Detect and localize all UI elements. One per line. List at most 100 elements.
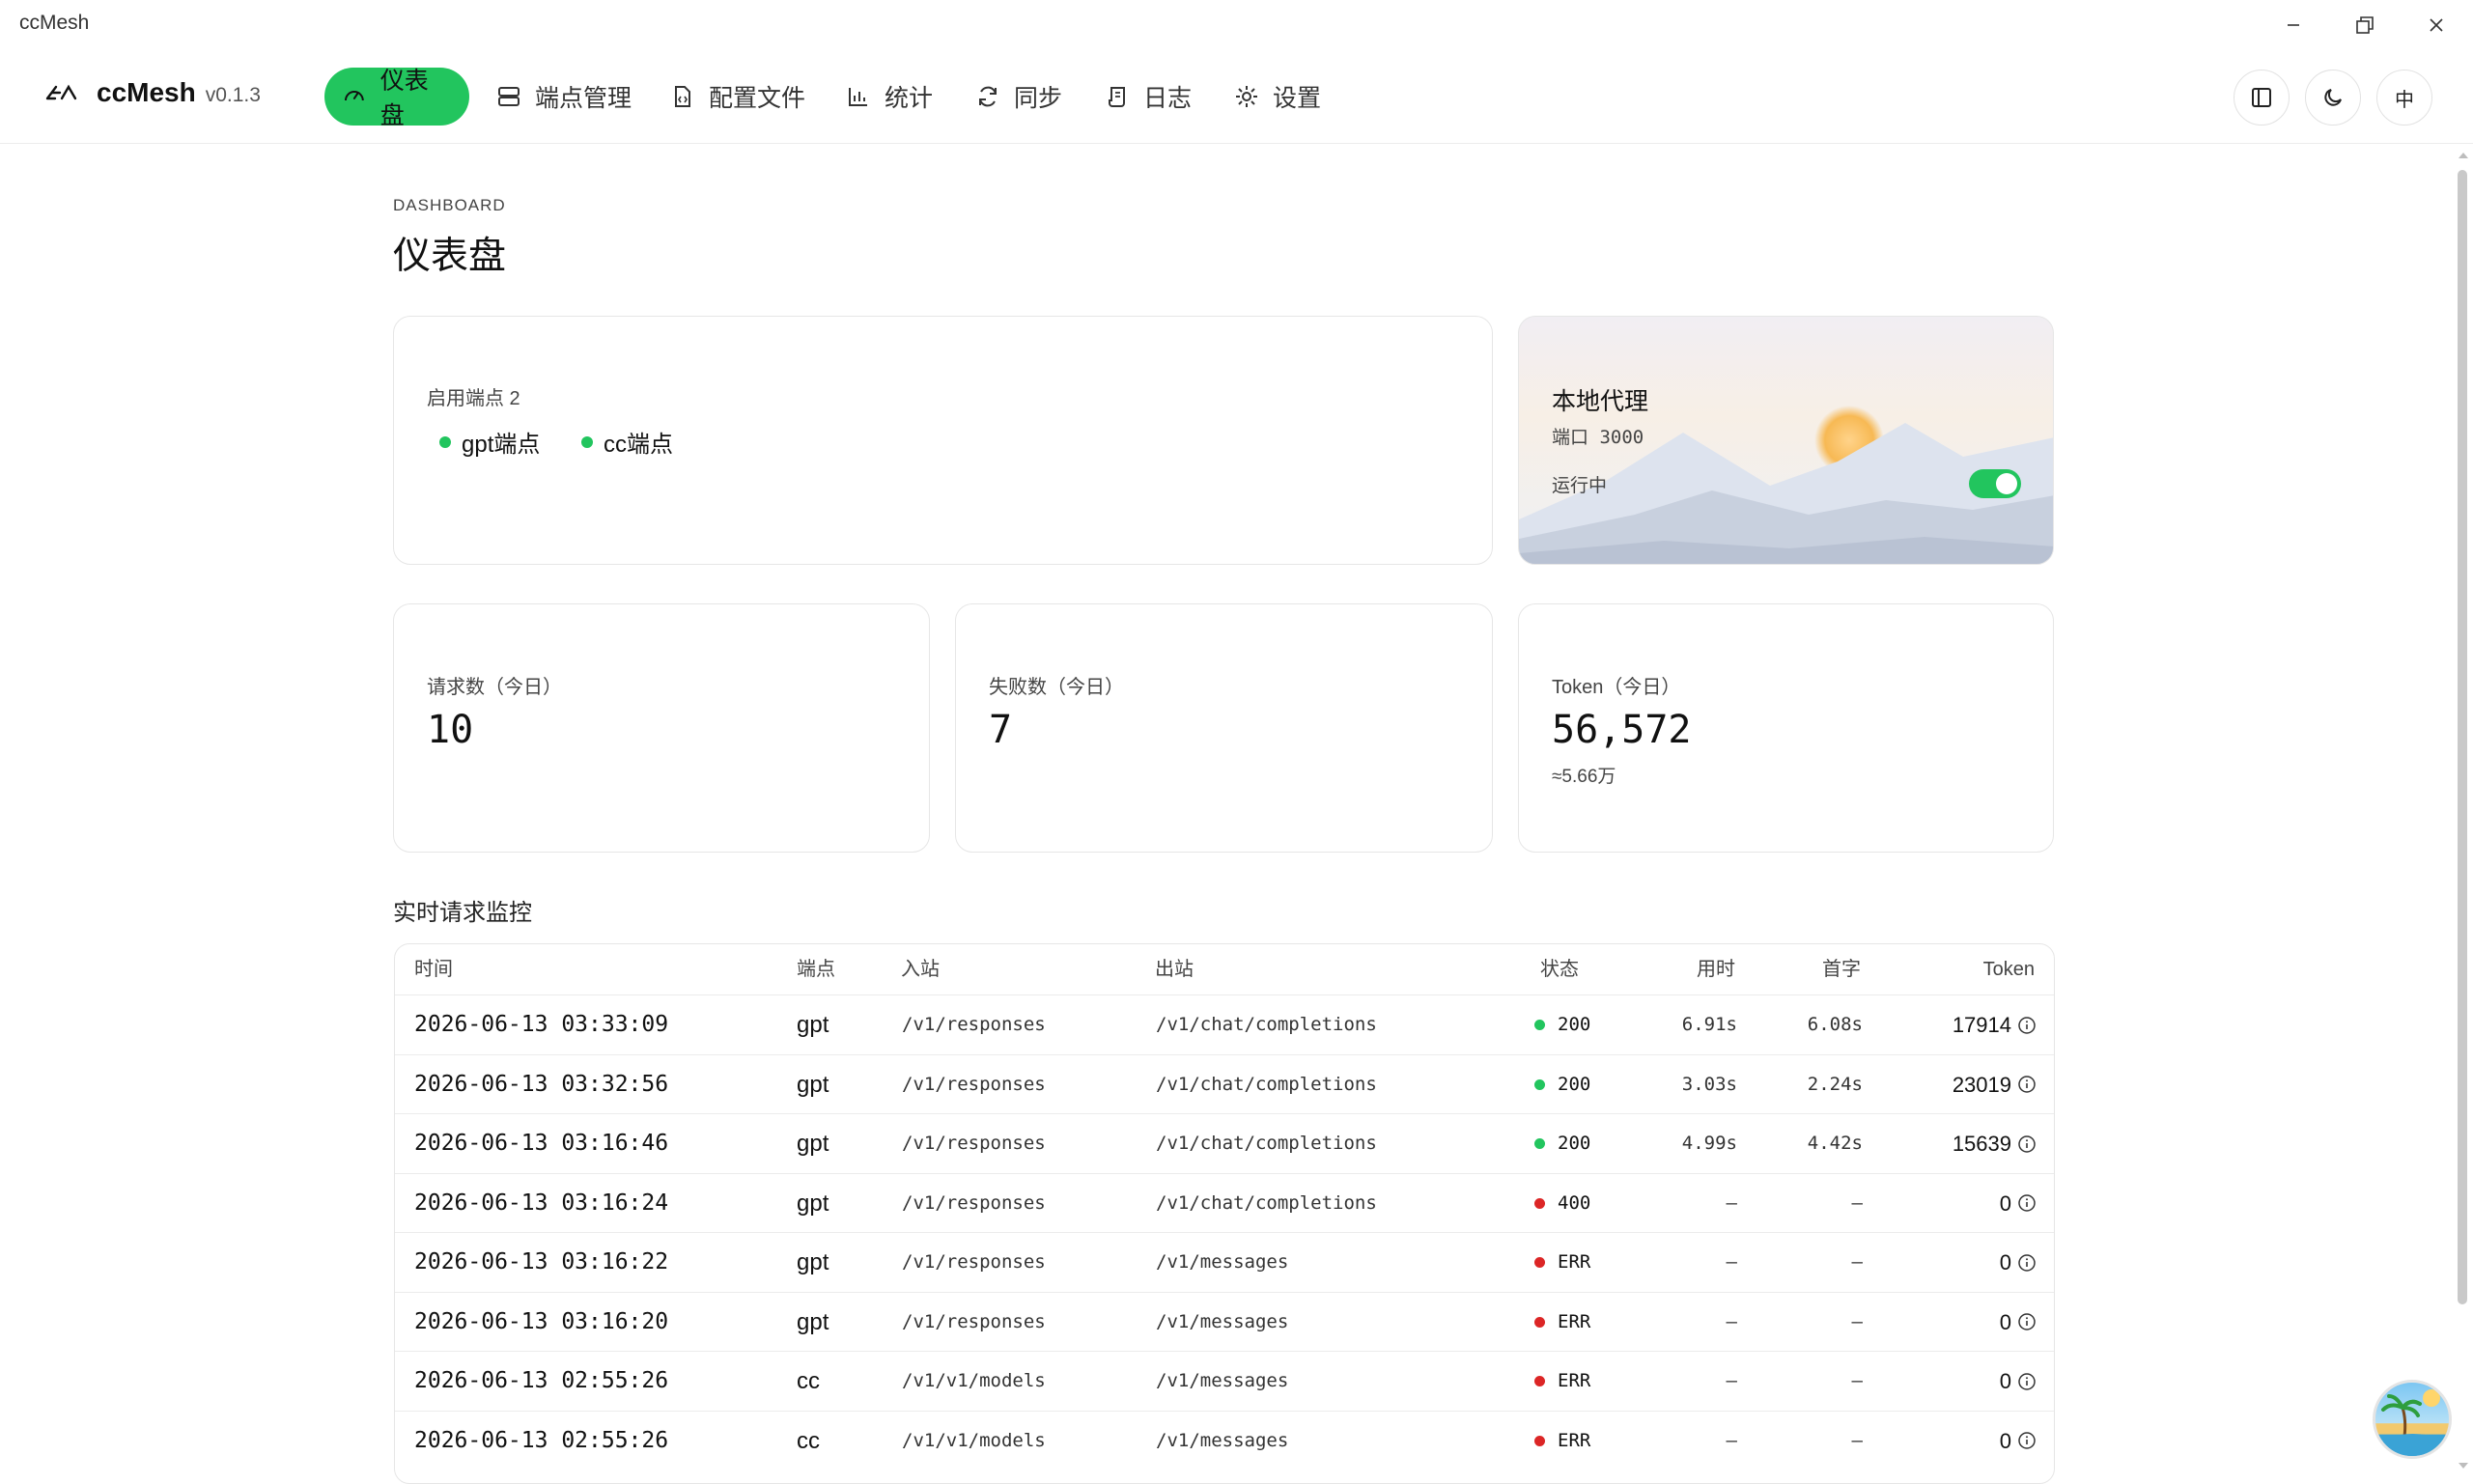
table-row[interactable]: 2026-06-13 03:16:22 gpt/v1/responses/v1/m… — [395, 1232, 2054, 1292]
palm-island-icon — [2381, 1389, 2443, 1456]
toggle-knob — [1996, 473, 2017, 494]
row-token: 0 — [2000, 1352, 2037, 1411]
row-token: 23019 — [1953, 1055, 2037, 1114]
proxy-status: 运行中 — [1552, 476, 1608, 496]
row-first-token: 6.08s — [1807, 1014, 1863, 1035]
row-first-token: 2.24s — [1807, 1073, 1863, 1095]
tokens-approx: ≈5.66万 — [1552, 767, 1616, 787]
info-icon[interactable] — [2017, 1312, 2037, 1331]
nav-logs[interactable]: 日志 — [1087, 68, 1209, 126]
row-status: 200 — [1534, 1114, 1590, 1173]
language-label: 中 — [2395, 89, 2414, 111]
table-row[interactable]: 2026-06-13 03:16:20 gpt/v1/responses/v1/m… — [395, 1291, 2054, 1352]
brand[interactable]: ccMesh v0.1.3 — [44, 77, 261, 108]
row-status: ERR — [1534, 1412, 1590, 1470]
row-time: 2026-06-13 03:16:24 — [414, 1190, 669, 1216]
sidebar-toggle-button[interactable] — [2234, 70, 2290, 126]
row-time: 2026-06-13 03:16:20 — [414, 1308, 669, 1334]
nav-config[interactable]: 配置文件 — [653, 68, 823, 126]
proxy-toggle[interactable] — [1969, 469, 2021, 498]
restore-icon — [2356, 16, 2374, 34]
nav-endpoints[interactable]: 端点管理 — [479, 68, 649, 126]
nav-sync[interactable]: 同步 — [958, 68, 1080, 126]
row-token-value: 0 — [1999, 1250, 2011, 1274]
close-icon — [2430, 18, 2443, 32]
scroll-text-icon — [1109, 87, 1125, 107]
row-endpoint: gpt — [797, 1012, 829, 1038]
row-status: ERR — [1534, 1233, 1590, 1292]
row-time: 2026-06-13 03:33:09 — [414, 1012, 669, 1037]
table-row[interactable]: 2026-06-13 03:32:56 gpt/v1/responses/v1/c… — [395, 1053, 2054, 1114]
floating-assistant-button[interactable] — [2373, 1380, 2452, 1459]
endpoint-chip[interactable]: gpt端点 — [439, 425, 540, 459]
window-titlebar: ccMesh — [0, 0, 2473, 50]
row-outbound: /v1/messages — [1156, 1251, 1289, 1273]
table-row[interactable]: 2026-06-13 03:16:24 gpt/v1/responses/v1/c… — [395, 1172, 2054, 1233]
scroll-down-arrow-icon — [2459, 1463, 2468, 1469]
row-endpoint: cc — [797, 1427, 820, 1454]
table-row[interactable]: 2026-06-13 03:16:46 gpt/v1/responses/v1/c… — [395, 1113, 2054, 1173]
row-token-value: 15639 — [1952, 1132, 2011, 1156]
endpoint-status-dot — [439, 435, 451, 448]
info-icon[interactable] — [2017, 1075, 2037, 1094]
minimize-button[interactable] — [2258, 0, 2329, 50]
column-header-token: Token — [1982, 959, 2035, 980]
row-inbound: /v1/v1/models — [902, 1370, 1046, 1391]
row-outbound: /v1/chat/completions — [1156, 1014, 1377, 1035]
info-icon[interactable] — [2017, 1016, 2037, 1035]
info-icon[interactable] — [2017, 1134, 2037, 1154]
gauge-icon — [344, 91, 364, 101]
row-status: 200 — [1534, 1055, 1590, 1114]
status-dot — [1534, 1376, 1545, 1386]
status-dot — [1534, 1435, 1545, 1446]
page-title: 仪表盘 — [393, 236, 507, 277]
row-first-token: — — [1851, 1310, 1863, 1332]
row-status-code: ERR — [1558, 1251, 1591, 1273]
column-header-outbound: 出站 — [1155, 959, 1194, 980]
info-icon[interactable] — [2017, 1193, 2037, 1213]
table-row[interactable]: 2026-06-13 02:55:26 cc/v1/v1/models/v1/me… — [395, 1410, 2054, 1470]
theme-toggle-button[interactable] — [2305, 70, 2361, 126]
row-inbound: /v1/responses — [902, 1014, 1046, 1035]
status-dot — [1534, 1316, 1545, 1328]
app-logo-icon — [45, 84, 77, 100]
row-token-value: 17914 — [1952, 1013, 2011, 1037]
row-duration: — — [1726, 1429, 1737, 1451]
proxy-port: 端口 3000 — [1552, 427, 1644, 448]
nav-dashboard[interactable]: 仪表盘 — [324, 68, 469, 129]
brand-name: ccMesh — [97, 77, 196, 107]
row-duration: 4.99s — [1681, 1133, 1737, 1154]
tokens-value: 56,572 — [1552, 708, 1692, 752]
row-duration: — — [1726, 1251, 1737, 1273]
table-row[interactable]: 2026-06-13 02:55:26 cc/v1/v1/models/v1/me… — [395, 1351, 2054, 1411]
status-dot — [1534, 1020, 1545, 1030]
row-time: 2026-06-13 02:55:26 — [414, 1368, 669, 1393]
endpoint-name: cc端点 — [604, 432, 673, 458]
failures-value: 7 — [989, 708, 1013, 752]
row-status: ERR — [1534, 1293, 1590, 1352]
row-endpoint: gpt — [797, 1190, 829, 1217]
row-token: 0 — [2000, 1233, 2037, 1292]
nav-settings[interactable]: 设置 — [1217, 68, 1338, 126]
language-button[interactable]: 中 — [2376, 70, 2432, 126]
row-duration: — — [1726, 1191, 1737, 1214]
row-token-value: 0 — [1999, 1369, 2011, 1393]
status-dot — [1534, 1197, 1545, 1209]
nav-sync-label: 同步 — [1014, 85, 1063, 112]
endpoint-chip[interactable]: cc端点 — [581, 425, 673, 459]
row-outbound: /v1/chat/completions — [1156, 1073, 1377, 1095]
table-row[interactable]: 2026-06-13 03:33:09 gpt/v1/responses/v1/c… — [395, 994, 2054, 1054]
endpoint-status-dot — [581, 435, 593, 448]
page-scrollbar[interactable] — [2454, 143, 2473, 1476]
info-icon[interactable] — [2017, 1431, 2037, 1450]
info-icon[interactable] — [2017, 1253, 2037, 1273]
close-button[interactable] — [2401, 0, 2472, 50]
row-token: 17914 — [1953, 995, 2037, 1054]
row-token-value: 23019 — [1952, 1072, 2011, 1097]
restore-button[interactable] — [2329, 0, 2401, 50]
window-title: ccMesh — [19, 12, 90, 34]
info-icon[interactable] — [2017, 1372, 2037, 1391]
row-token-value: 0 — [1999, 1428, 2011, 1453]
scrollbar-thumb[interactable] — [2458, 170, 2467, 1304]
nav-stats[interactable]: 统计 — [829, 68, 950, 126]
